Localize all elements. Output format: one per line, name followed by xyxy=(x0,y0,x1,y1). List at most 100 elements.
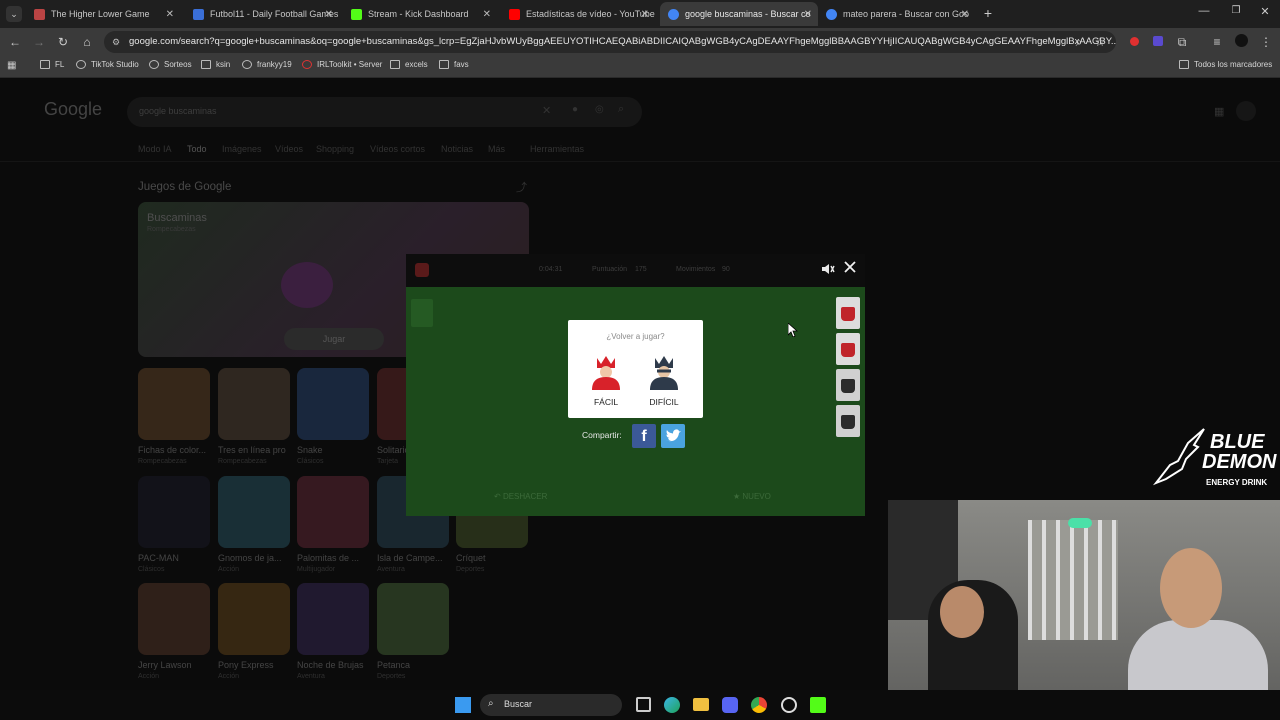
hard-label: DIFÍCIL xyxy=(649,397,679,407)
bookmark-fl[interactable]: FL xyxy=(40,60,64,69)
tab-videos-cortos[interactable]: Vídeos cortos xyxy=(370,144,425,154)
tab-youtube-stats[interactable]: Estadísticas de vídeo - YouTube ✕ xyxy=(503,2,655,26)
tab-futbol11[interactable]: Futbol11 - Daily Football Games ✕ xyxy=(187,2,339,26)
kick-icon[interactable] xyxy=(810,697,826,713)
search-box[interactable]: google buscaminas ✕ ● ◎ ⌕ xyxy=(127,97,642,127)
tab-noticias[interactable]: Noticias xyxy=(441,144,473,154)
close-window-button[interactable]: ✕ xyxy=(1257,5,1273,21)
clear-icon[interactable]: ✕ xyxy=(542,104,551,117)
bookmark-sorteos[interactable]: Sorteos xyxy=(149,60,192,69)
tab-mas[interactable]: Más xyxy=(488,144,505,154)
game-category: Acción xyxy=(218,566,240,573)
tab-favicon xyxy=(34,8,45,20)
game-card[interactable] xyxy=(218,476,290,548)
bookmark-star-icon[interactable]: ☆ xyxy=(1092,34,1108,50)
edge-icon[interactable] xyxy=(664,697,680,713)
minimize-button[interactable]: — xyxy=(1196,5,1212,21)
game-card[interactable] xyxy=(218,583,290,655)
game-card[interactable] xyxy=(297,368,369,440)
bookmark-irltoolkit[interactable]: IRLToolkit • Server xyxy=(302,60,382,69)
close-icon[interactable]: ✕ xyxy=(641,9,649,20)
new-tab-button[interactable]: + xyxy=(980,5,996,21)
bookmark-excels[interactable]: excels xyxy=(390,60,428,69)
bookmark-frankyy19[interactable]: frankyy19 xyxy=(242,60,292,69)
bookmark-ksin[interactable]: ksin xyxy=(201,60,230,69)
media-icon[interactable]: ≡ xyxy=(1209,34,1225,50)
home-icon[interactable]: ⌂ xyxy=(79,34,95,50)
site-info-icon[interactable]: ⚙ xyxy=(112,31,120,53)
bookmark-tiktok[interactable]: TikTok Studio xyxy=(76,60,139,69)
share-icon[interactable]: ⤴ xyxy=(516,179,527,195)
close-icon[interactable]: ✕ xyxy=(166,9,174,20)
tab-todo[interactable]: Todo xyxy=(187,144,207,154)
tab-herramientas[interactable]: Herramientas xyxy=(530,144,584,154)
game-card[interactable] xyxy=(297,583,369,655)
all-bookmarks[interactable]: Todos los marcadores xyxy=(1179,60,1272,69)
new-game-button[interactable]: ★ NUEVO xyxy=(733,492,771,501)
king-black-icon xyxy=(841,415,855,429)
close-icon[interactable]: ✕ xyxy=(961,9,969,20)
zoom-icon[interactable]: ⌕ xyxy=(1071,34,1087,50)
search-icon[interactable]: ⌕ xyxy=(618,103,624,116)
mic-icon[interactable]: ● xyxy=(572,104,578,115)
extension-vpn-icon[interactable] xyxy=(1150,34,1166,50)
close-icon[interactable]: ✕ xyxy=(483,9,491,20)
tab-kick-dashboard[interactable]: Stream - Kick Dashboard ✕ xyxy=(345,2,497,26)
game-card[interactable] xyxy=(138,476,210,548)
reload-icon[interactable]: ↻ xyxy=(55,34,71,50)
forward-icon[interactable]: → xyxy=(31,34,47,50)
game-card[interactable] xyxy=(218,368,290,440)
game-card[interactable] xyxy=(138,368,210,440)
discord-icon[interactable] xyxy=(722,697,738,713)
extensions-icon[interactable]: ⧉ xyxy=(1174,34,1190,50)
bookmark-favs[interactable]: favs xyxy=(439,60,469,69)
game-category: Multijugador xyxy=(297,566,336,573)
menu-icon[interactable]: ⋮ xyxy=(1258,34,1274,50)
play-button[interactable]: Jugar xyxy=(284,328,384,350)
task-view-icon[interactable] xyxy=(636,697,651,712)
account-avatar[interactable] xyxy=(1236,101,1256,121)
easy-button[interactable]: FÁCIL xyxy=(586,350,626,410)
tab-favicon xyxy=(826,8,837,20)
facebook-share-icon[interactable]: f xyxy=(632,424,656,448)
game-avatar-icon xyxy=(415,263,429,277)
address-bar[interactable]: ⚙ google.com/search?q=google+buscaminas&… xyxy=(104,31,1116,53)
profile-avatar[interactable] xyxy=(1233,34,1249,50)
tab-modo-ia[interactable]: Modo IA xyxy=(138,144,172,154)
game-card[interactable] xyxy=(377,583,449,655)
start-icon[interactable] xyxy=(455,697,471,713)
replay-dialog: ¿Volver a jugar? FÁCIL DIFÍCIL xyxy=(568,320,703,418)
folder-icon xyxy=(439,60,449,69)
chrome-icon[interactable] xyxy=(751,697,767,713)
undo-button[interactable]: ↶ DESHACER xyxy=(494,492,547,501)
lens-icon[interactable]: ◎ xyxy=(595,104,604,115)
hard-button[interactable]: DIFÍCIL xyxy=(644,350,684,410)
restore-button[interactable]: ❐ xyxy=(1228,5,1244,21)
taskbar-search[interactable]: ⌕ Buscar xyxy=(480,694,622,716)
apps-grid-icon[interactable]: ▦ xyxy=(1214,105,1224,118)
game-card[interactable] xyxy=(297,476,369,548)
close-icon[interactable]: ✕ xyxy=(325,9,333,20)
tab-higher-lower[interactable]: The Higher Lower Game ✕ xyxy=(28,2,180,26)
tab-videos[interactable]: Vídeos xyxy=(275,144,303,154)
google-logo[interactable]: Google xyxy=(44,99,102,120)
undo-icon: ↶ xyxy=(494,492,503,501)
back-icon[interactable]: ← xyxy=(7,34,23,50)
mute-icon[interactable] xyxy=(821,262,835,276)
tab-search-icon[interactable]: ⌄ xyxy=(6,6,22,22)
folder-icon xyxy=(201,60,211,69)
apps-icon[interactable]: ▦ xyxy=(7,60,19,72)
tab-imagenes[interactable]: Imágenes xyxy=(222,144,262,154)
file-explorer-icon[interactable] xyxy=(693,698,709,711)
tab-google-buscaminas[interactable]: google buscaminas - Buscar co ✕ xyxy=(660,2,818,26)
tab-shopping[interactable]: Shopping xyxy=(316,144,354,154)
game-card[interactable] xyxy=(138,583,210,655)
score-label: Puntuación xyxy=(592,266,628,273)
tab-mateo-parera[interactable]: mateo parera - Buscar con Goo ✕ xyxy=(820,2,975,26)
close-game-icon[interactable] xyxy=(843,260,857,274)
twitter-share-icon[interactable] xyxy=(661,424,685,448)
extension-red-icon[interactable] xyxy=(1126,34,1142,50)
card-column xyxy=(836,297,860,437)
close-icon[interactable]: ✕ xyxy=(804,9,812,20)
obs-icon[interactable] xyxy=(781,697,797,713)
